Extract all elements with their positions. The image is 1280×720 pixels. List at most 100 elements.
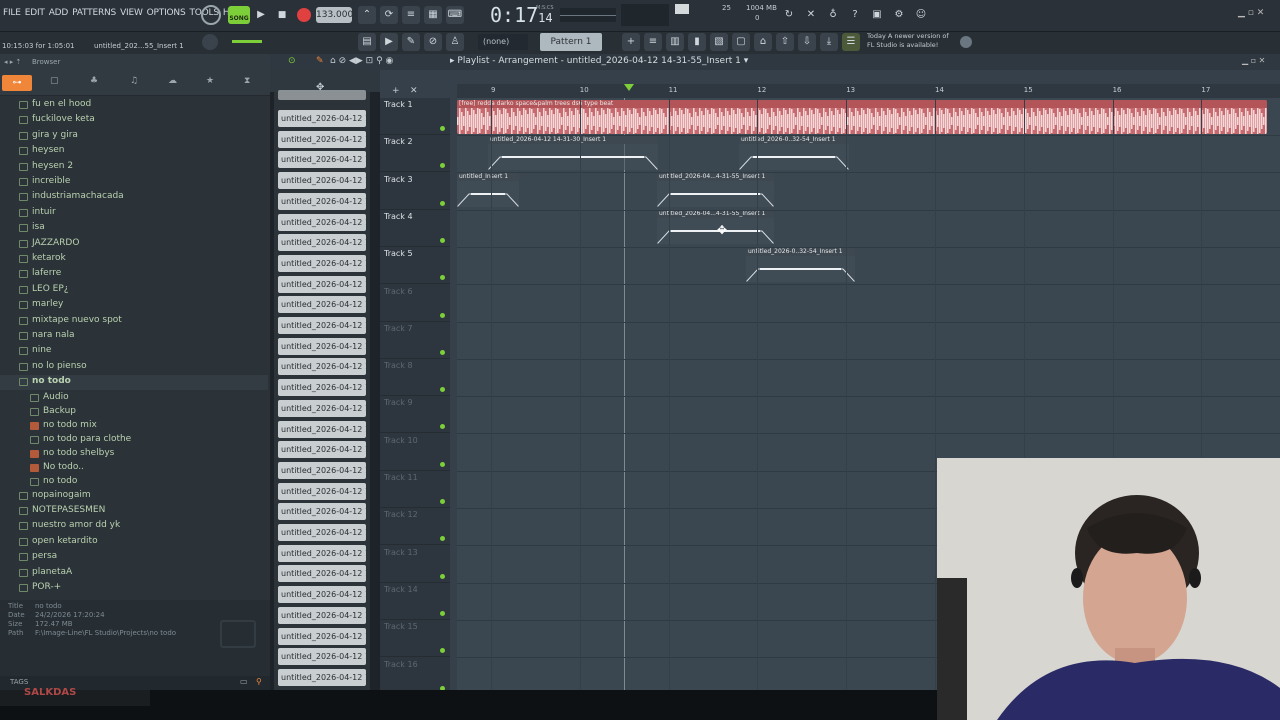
channel-button[interactable]: untitled_2026-04-12 14-... xyxy=(278,254,366,272)
channel-button[interactable]: untitled_2026-04-12 14-... xyxy=(278,213,366,231)
undo-icon[interactable]: ↻ xyxy=(780,6,798,24)
channel-button[interactable]: untitled_2026-04-12 14-... xyxy=(278,586,366,604)
browser-files-icon[interactable]: ▢ xyxy=(50,76,59,86)
track-header[interactable]: Track 11 xyxy=(380,471,450,508)
track-header[interactable]: Track 8 xyxy=(380,359,450,397)
mixer-icon[interactable]: ≡ xyxy=(644,33,662,51)
project-icon[interactable]: ⇧ xyxy=(776,33,794,51)
menu-patterns[interactable]: PATTERNS xyxy=(72,8,116,18)
track-mute-led[interactable] xyxy=(440,126,445,131)
browser-item[interactable]: Audio xyxy=(0,391,268,406)
browser-item[interactable]: nine xyxy=(0,344,268,359)
channel-button[interactable]: untitled_2026-04-12 14-... xyxy=(278,379,366,397)
track-mute-led[interactable] xyxy=(440,424,445,430)
online-icon[interactable] xyxy=(960,36,972,48)
tags-menu-icon[interactable]: ▭ xyxy=(240,677,248,686)
track-header[interactable]: Track 4 xyxy=(380,210,450,247)
track-mute-led[interactable] xyxy=(440,610,445,616)
track-mute-led[interactable] xyxy=(440,163,445,169)
browser-item[interactable]: NOTEPASESMEN xyxy=(0,504,268,519)
menu-add[interactable]: ADD xyxy=(49,8,69,18)
track-header[interactable]: Track 9 xyxy=(380,396,450,434)
channel-button[interactable]: untitled_2026-04-12 14-... xyxy=(278,192,366,210)
browser-icon[interactable]: ▧ xyxy=(710,33,728,51)
track-header[interactable]: Track 7 xyxy=(380,322,450,359)
main-volume-knob[interactable] xyxy=(202,34,218,50)
audio-clip[interactable]: untitled_Insert 1 xyxy=(457,173,519,207)
channel-button[interactable]: untitled_2026-04-12 14-... xyxy=(278,524,366,541)
tools-icon[interactable]: ✕ xyxy=(802,6,820,24)
channel-button[interactable]: untitled_2026-04-12 14-... xyxy=(278,151,366,169)
audio-clip[interactable]: untitled_2026-0..32-54_Insert 1 xyxy=(746,248,855,282)
channel-button[interactable]: untitled_2026-04-12 14-... xyxy=(278,420,366,438)
track-mute-led[interactable] xyxy=(440,536,445,542)
channel-button[interactable]: untitled_2026-04-12 14-... xyxy=(278,503,366,521)
browser-all-tab[interactable]: ⊶ xyxy=(2,75,32,91)
browser-item[interactable]: fuckilove keta xyxy=(0,113,268,128)
master-volume-slider[interactable] xyxy=(232,40,262,43)
browser-item[interactable]: heysen xyxy=(0,144,268,159)
paint-tool-icon[interactable]: ⌂ ⊘ ◀▶ ⊡ ⚲ ◉ xyxy=(330,56,393,66)
browser-item[interactable]: isa xyxy=(0,221,268,236)
export-icon[interactable]: ⤓ xyxy=(820,33,838,51)
browser-item[interactable]: no todo shelbys xyxy=(0,447,268,462)
track-header[interactable]: Track 13 xyxy=(380,546,450,583)
playhead-marker[interactable] xyxy=(624,84,634,91)
channel-button[interactable]: untitled_2026-04-12 14-... xyxy=(278,130,366,148)
channel-button[interactable]: untitled_2026-04-12 14-... xyxy=(278,668,366,686)
browser-tag-icon[interactable]: ⧗ xyxy=(244,76,250,86)
magnet-icon[interactable]: ⊙ xyxy=(288,56,296,66)
browser-nav-icon[interactable]: ◂ ▸ ⇡ xyxy=(4,58,21,66)
track-mute-led[interactable] xyxy=(440,312,445,318)
browser-item[interactable]: laferre xyxy=(0,267,268,282)
browser-item[interactable]: no todo mix xyxy=(0,419,268,434)
browser-item[interactable]: fu en el hood xyxy=(0,98,268,113)
channel-button[interactable]: untitled_2026-04-12 14-... xyxy=(278,648,366,666)
channel-button[interactable]: untitled_2026-04-12 14-... xyxy=(278,337,366,355)
track-mute-led[interactable] xyxy=(440,349,445,355)
channel-rack-icon[interactable]: ▥ xyxy=(666,33,684,51)
browser-item[interactable]: JAZZARDO xyxy=(0,237,268,252)
track-header[interactable]: Track 16 xyxy=(380,658,450,695)
piano-icon[interactable]: ▮ xyxy=(688,33,706,51)
pattern-add-icon[interactable]: + xyxy=(622,33,640,51)
track-header[interactable]: Track 3 xyxy=(380,173,450,210)
channel-button[interactable]: untitled_2026-04-12 14-... xyxy=(278,544,366,562)
timeline-ruler[interactable]: 9 10 11 12 13 14 15 16 17 xyxy=(457,84,1280,98)
track-mute-led[interactable] xyxy=(440,275,445,281)
browser-item[interactable]: no todo xyxy=(0,375,268,391)
play-button[interactable]: ▶ xyxy=(252,6,270,24)
channel-button[interactable]: untitled_2026-04-12 14-... xyxy=(278,461,366,479)
track-mute-led[interactable] xyxy=(440,461,445,467)
track-mute-led[interactable] xyxy=(440,648,445,654)
browser-item[interactable]: no todo xyxy=(0,475,268,490)
render-icon[interactable]: ⇩ xyxy=(798,33,816,51)
snap-select[interactable]: (none) xyxy=(478,34,528,50)
channel-button[interactable]: untitled_2026-04-12 14-... xyxy=(278,275,366,293)
channel-button[interactable]: untitled_2026-04-12 14-... xyxy=(278,565,366,583)
browser-item[interactable]: heysen 2 xyxy=(0,160,268,175)
channel-button[interactable]: untitled_2026-04-12 14-... xyxy=(278,317,366,334)
channel-button[interactable]: untitled_2026-04-12 14-... xyxy=(278,296,366,314)
browser-item[interactable]: open ketardito xyxy=(0,535,268,550)
browser-item[interactable]: LEO EP¿ xyxy=(0,283,268,298)
browser-item[interactable]: nopainogaim xyxy=(0,489,268,504)
news-icon[interactable]: ☰ xyxy=(842,33,860,51)
track-header[interactable]: Track 5 xyxy=(380,247,450,285)
song-mode-toggle[interactable]: SONG xyxy=(228,6,250,24)
chat-icon[interactable]: ☺ xyxy=(912,6,930,24)
menu-options[interactable]: OPTIONS xyxy=(147,8,186,18)
browser-star-icon[interactable]: ★ xyxy=(206,76,214,86)
track-header[interactable]: Track 10 xyxy=(380,434,450,471)
hint-knob-icon[interactable] xyxy=(201,5,221,25)
audio-clip[interactable]: [free] redda darko space&palm trees ds6 … xyxy=(457,100,1267,134)
browser-item[interactable]: no lo pienso xyxy=(0,360,268,375)
browser-item[interactable]: marley xyxy=(0,298,268,313)
search-icon[interactable]: ⚲ xyxy=(256,677,262,686)
browser-item[interactable]: persa xyxy=(0,550,268,565)
track-mute-led[interactable] xyxy=(440,573,445,579)
audio-clip[interactable]: untitled_2026-0..32-54_Insert 1 xyxy=(739,136,849,170)
audio-clip[interactable]: untitled_2026-04-12 14-31-30_Insert 1 xyxy=(488,136,658,170)
browser-item[interactable]: gira y gira xyxy=(0,129,268,144)
menu-view[interactable]: VIEW xyxy=(120,8,143,18)
